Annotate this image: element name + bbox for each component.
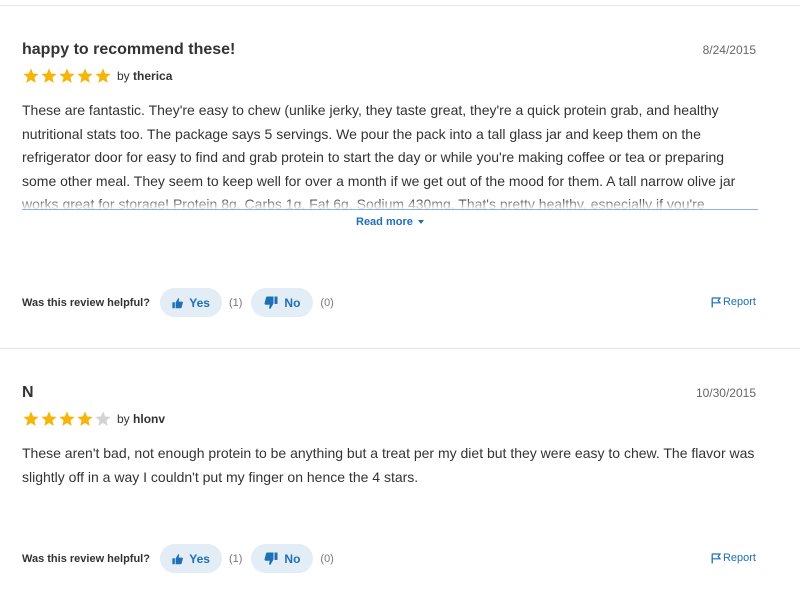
review-date: 10/30/2015	[695, 386, 756, 400]
no-count: (0)	[320, 296, 334, 309]
no-label: No	[284, 551, 301, 566]
report-label: Report	[722, 296, 756, 308]
flag-icon	[711, 296, 721, 307]
star-icon	[41, 68, 57, 83]
yes-label: Yes	[189, 295, 210, 310]
star-icon	[95, 68, 111, 83]
no-count: (0)	[320, 552, 334, 565]
helpful-label: Was this review helpful?	[22, 296, 150, 309]
read-more-label: Read more	[356, 216, 413, 228]
yes-label: Yes	[189, 551, 210, 566]
chevron-down-icon	[417, 220, 424, 224]
star-icon	[95, 411, 111, 426]
star-icon	[77, 68, 93, 83]
by-prefix: by	[117, 412, 130, 426]
thumbs-down-icon	[264, 296, 278, 309]
review-title: happy to recommend these!	[22, 41, 236, 58]
star-icon	[23, 411, 39, 426]
star-icon	[59, 68, 75, 83]
review-author: by therica	[117, 69, 172, 83]
rating-row: by hlonv	[22, 410, 165, 428]
top-divider	[0, 5, 800, 6]
star-icon	[41, 411, 57, 426]
report-link[interactable]: Report	[711, 296, 756, 308]
report-link[interactable]: Report	[711, 552, 756, 564]
by-prefix: by	[117, 69, 130, 83]
read-more-rule	[22, 209, 758, 210]
no-vote-button[interactable]: No	[251, 288, 314, 317]
helpful-label: Was this review helpful?	[22, 552, 150, 565]
yes-vote-button[interactable]: Yes	[159, 288, 222, 317]
author-name: hlonv	[133, 412, 166, 426]
star-rating	[22, 410, 112, 428]
review-author: by hlonv	[117, 412, 165, 426]
no-label: No	[284, 295, 301, 310]
helpful-row: Was this review helpful? Yes (1) No (0)	[22, 544, 343, 573]
review-date: 8/24/2015	[702, 43, 756, 57]
no-vote-button[interactable]: No	[251, 544, 314, 573]
review-divider	[0, 348, 800, 349]
thumbs-up-icon	[172, 553, 183, 564]
star-rating	[22, 67, 112, 85]
thumbs-up-icon	[172, 297, 183, 308]
review-text: These aren't bad, not enough protein to …	[22, 445, 755, 485]
review-title: N	[22, 384, 34, 401]
rating-row: by therica	[22, 67, 172, 85]
star-icon	[77, 411, 93, 426]
helpful-row: Was this review helpful? Yes (1) No (0)	[22, 288, 343, 317]
report-label: Report	[722, 552, 756, 564]
review-text: These are fantastic. They're easy to che…	[22, 102, 736, 210]
read-more-link[interactable]: Read more	[356, 216, 424, 228]
star-icon	[23, 68, 39, 83]
flag-icon	[711, 552, 721, 563]
yes-vote-button[interactable]: Yes	[159, 544, 222, 573]
author-name: therica	[133, 69, 173, 83]
star-icon	[59, 411, 75, 426]
yes-count: (1)	[228, 296, 243, 309]
thumbs-down-icon	[264, 552, 278, 565]
yes-count: (1)	[228, 552, 243, 565]
